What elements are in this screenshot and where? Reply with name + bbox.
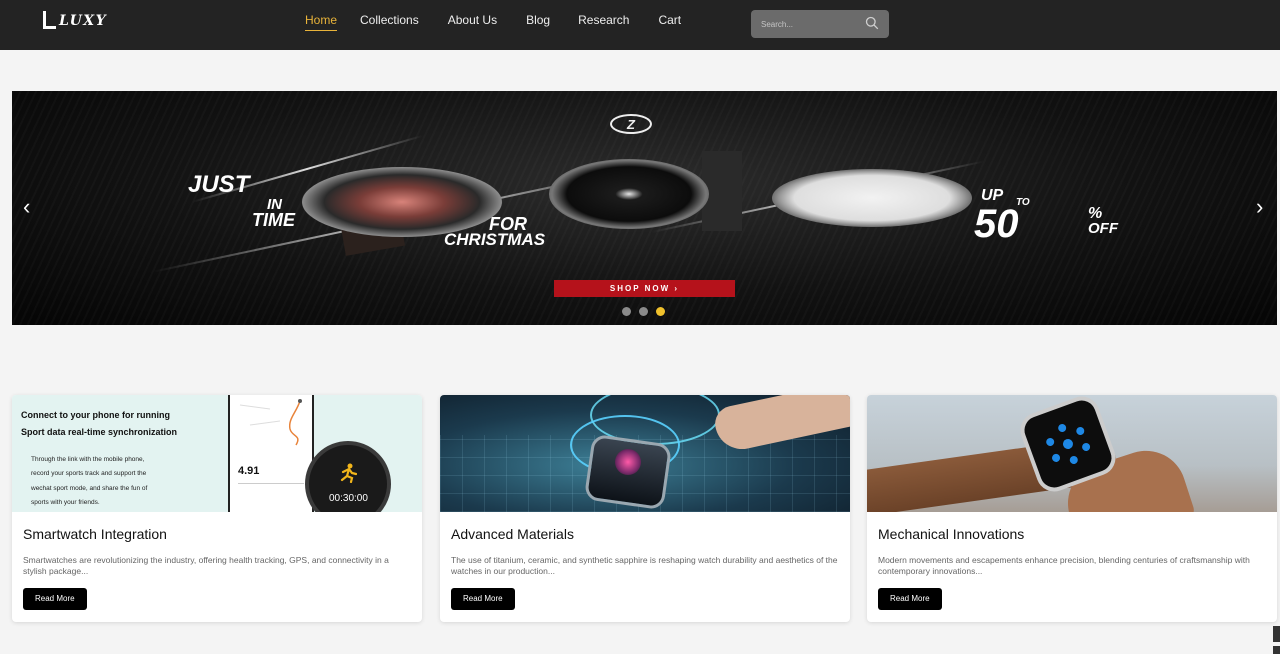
card-description: Modern movements and escapements enhance… <box>878 555 1250 576</box>
image-heading: Connect to your phone for running <box>21 410 170 420</box>
nav-home[interactable]: Home <box>305 0 338 31</box>
card-description: Smartwatches are revolutionizing the ind… <box>23 555 389 576</box>
carousel-dot-3[interactable] <box>656 307 665 316</box>
logo-icon <box>41 11 57 31</box>
logo-text: LUXY <box>59 13 108 29</box>
nav-collections[interactable]: Collections <box>360 0 419 31</box>
shop-now-button[interactable]: SHOP NOW › <box>554 280 735 297</box>
read-more-button[interactable]: Read More <box>23 588 87 610</box>
promo-time: TIME <box>252 210 295 230</box>
search-input[interactable] <box>761 16 856 32</box>
mechanical-image <box>867 395 1277 512</box>
scroll-top-button[interactable] <box>1273 626 1280 642</box>
site-logo[interactable]: LUXY <box>41 10 107 32</box>
scroll-indicator <box>1273 646 1280 654</box>
read-more-button[interactable]: Read More <box>451 588 515 610</box>
carousel-prev-arrow[interactable]: ‹ <box>23 196 30 218</box>
map-route-icon <box>239 399 302 446</box>
carousel-indicators <box>622 307 665 316</box>
read-more-button[interactable]: Read More <box>878 588 942 610</box>
top-navbar: LUXY Home Collections About Us Blog Rese… <box>0 0 1280 50</box>
nav-blog[interactable]: Blog <box>526 0 550 31</box>
image-heading: Sport data real-time synchronization <box>21 427 178 437</box>
article-card-materials: Advanced Materials The use of titanium, … <box>440 395 850 622</box>
card-title: Smartwatch Integration <box>23 526 167 542</box>
runner-icon <box>340 463 357 483</box>
promo-christmas: CHRISTMAS <box>444 230 546 249</box>
nav-cart[interactable]: Cart <box>658 0 681 31</box>
article-card-mechanical: Mechanical Innovations Modern movements … <box>867 395 1277 622</box>
carousel-dot-2[interactable] <box>639 307 648 316</box>
watch-black-image <box>549 159 709 229</box>
card-title: Advanced Materials <box>451 526 574 542</box>
search-box <box>751 10 889 38</box>
search-icon[interactable] <box>865 16 879 30</box>
brand-logo: Z <box>610 114 652 134</box>
phone-stat: 4.91 <box>238 465 260 477</box>
article-card-smartwatch: Connect to your phone for running Sport … <box>12 395 422 622</box>
carousel-next-arrow[interactable]: › <box>1256 196 1263 218</box>
promo-just: JUST <box>188 171 250 198</box>
watch-rose-gold-image <box>302 167 502 237</box>
image-text: sports with your friends. <box>31 499 100 506</box>
card-description: The use of titanium, ceramic, and synthe… <box>451 555 838 576</box>
card-title: Mechanical Innovations <box>878 526 1025 542</box>
watch-timer: 00:30:00 <box>329 493 368 504</box>
watch-screen-glow <box>615 449 641 475</box>
promo-off: OFF <box>1088 220 1118 237</box>
carousel-dot-1[interactable] <box>622 307 631 316</box>
materials-image <box>440 395 850 512</box>
image-text: wechat sport mode, and share the fun of <box>31 485 148 492</box>
main-nav: Home Collections About Us Blog Research … <box>305 0 681 50</box>
hero-carousel: Z JUST IN TIME FOR CHRISTMAS UP TO 50 % … <box>12 91 1277 325</box>
smartwatch-image: Connect to your phone for running Sport … <box>12 395 422 512</box>
nav-about-us[interactable]: About Us <box>448 0 497 31</box>
divider <box>238 483 304 484</box>
image-text: record your sports track and support the <box>31 470 147 477</box>
promo-fifty: 50 <box>974 202 1019 246</box>
watch-white-image <box>772 169 972 227</box>
image-text: Through the link with the mobile phone, <box>31 456 145 463</box>
phone-image: 4.91 <box>228 395 314 512</box>
nav-research[interactable]: Research <box>578 0 629 31</box>
